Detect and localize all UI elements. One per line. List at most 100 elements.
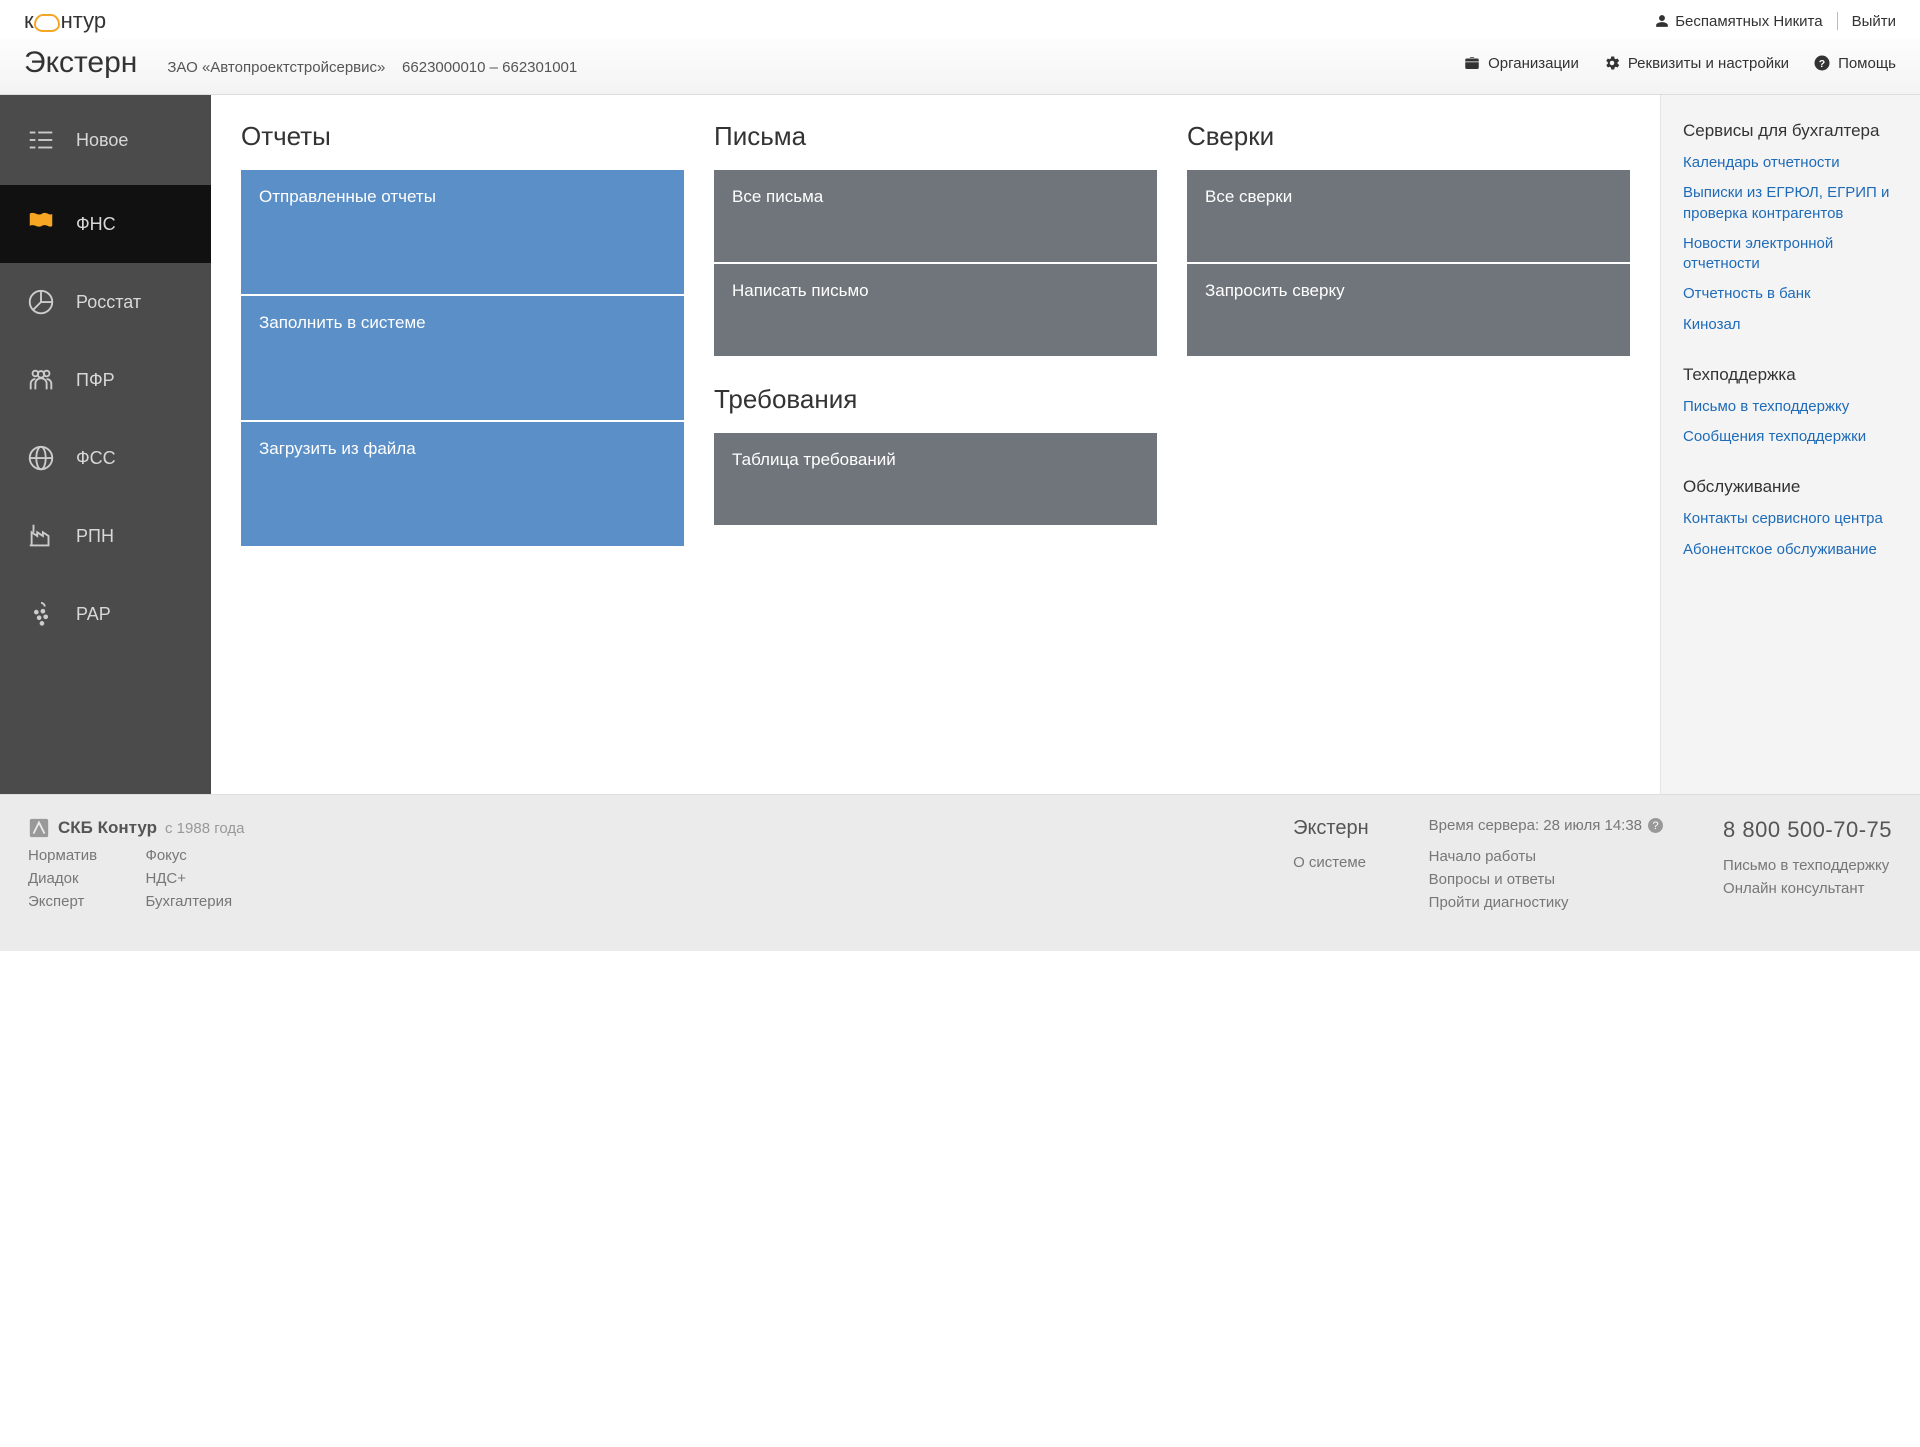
rp-link-calendar[interactable]: Календарь отчетности <box>1683 153 1898 173</box>
help-icon[interactable]: ? <box>1648 818 1663 833</box>
section-title-requirements: Требования <box>714 384 1157 415</box>
sidebar-item-rosstat[interactable]: Росстат <box>0 263 211 341</box>
footer-link-buh[interactable]: Бухгалтерия <box>145 893 244 910</box>
user-icon <box>1655 14 1669 28</box>
server-time: Время сервера: 28 июля 14:38 ? <box>1429 817 1663 834</box>
footer-link-about[interactable]: О системе <box>1293 854 1369 871</box>
gear-icon <box>1603 54 1621 72</box>
tile-fill-in-system[interactable]: Заполнить в системе <box>241 296 684 420</box>
factory-icon <box>26 521 56 551</box>
footer-link-diagnostics[interactable]: Пройти диагностику <box>1429 894 1663 911</box>
svg-text:?: ? <box>1819 58 1825 70</box>
rp-heading-service: Обслуживание <box>1683 477 1898 497</box>
footer-brand: СКБ Контур с 1988 года <box>28 817 244 839</box>
tile-upload-from-file[interactable]: Загрузить из файла <box>241 422 684 546</box>
org-info: ЗАО «Автопроектстройсервис» 6623000010 –… <box>167 59 577 76</box>
rp-link-news[interactable]: Новости электронной отчетности <box>1683 234 1898 275</box>
footer-link-getting-started[interactable]: Начало работы <box>1429 848 1663 865</box>
logo-cloud-icon <box>34 14 60 32</box>
tile-all-reconciliations[interactable]: Все сверки <box>1187 170 1630 262</box>
logo-text: нтур <box>61 8 106 34</box>
column-reconciliations: Сверки Все сверки Запросить сверку <box>1187 117 1630 772</box>
help-icon: ? <box>1813 54 1831 72</box>
settings-label: Реквизиты и настройки <box>1628 55 1789 72</box>
sidebar: Новое ФНС Росстат ПФР ФСС <box>0 95 211 794</box>
sidebar-label: ПФР <box>76 370 115 391</box>
tile-requirements-table[interactable]: Таблица требований <box>714 433 1157 525</box>
footer-contact-col: 8 800 500-70-75 Письмо в техподдержку Он… <box>1723 817 1892 911</box>
sidebar-item-pfr[interactable]: ПФР <box>0 341 211 419</box>
org-codes: 6623000010 – 662301001 <box>402 59 577 76</box>
tile-all-letters[interactable]: Все письма <box>714 170 1157 262</box>
topbar: к нтур Беспамятных Никита Выйти <box>0 0 1920 38</box>
column-letters: Письма Все письма Написать письмо Требов… <box>714 117 1157 772</box>
topbar-right: Беспамятных Никита Выйти <box>1655 12 1896 30</box>
brand-icon <box>28 817 50 839</box>
settings-link[interactable]: Реквизиты и настройки <box>1603 54 1789 72</box>
rp-link-extracts[interactable]: Выписки из ЕГРЮЛ, ЕГРИП и проверка контр… <box>1683 183 1898 224</box>
organizations-link[interactable]: Организации <box>1463 54 1579 72</box>
help-link[interactable]: ? Помощь <box>1813 54 1896 72</box>
sidebar-label: ФСС <box>76 448 116 469</box>
main-content: Отчеты Отправленные отчеты Заполнить в с… <box>211 95 1660 794</box>
footer-link-faq[interactable]: Вопросы и ответы <box>1429 871 1663 888</box>
subheader-right: Организации Реквизиты и настройки ? Помо… <box>1463 54 1896 72</box>
footer-phone: 8 800 500-70-75 <box>1723 817 1892 843</box>
sidebar-item-rpn[interactable]: РПН <box>0 497 211 575</box>
organizations-label: Организации <box>1488 55 1579 72</box>
logout-link[interactable]: Выйти <box>1852 13 1896 30</box>
logo-letter-k: к <box>24 8 34 34</box>
rp-heading-support: Техподдержка <box>1683 365 1898 385</box>
tile-sent-reports[interactable]: Отправленные отчеты <box>241 170 684 294</box>
help-label: Помощь <box>1838 55 1896 72</box>
subheader: Экстерн ЗАО «Автопроектстройсервис» 6623… <box>0 38 1920 95</box>
sidebar-label: Новое <box>76 130 128 151</box>
footer-spacer <box>304 817 1233 911</box>
footer-link-expert[interactable]: Эксперт <box>28 893 109 910</box>
flag-icon <box>26 209 56 239</box>
footer-products-grid: Норматив Фокус Диадок НДС+ Эксперт Бухга… <box>28 847 244 910</box>
user-menu[interactable]: Беспамятных Никита <box>1655 13 1822 30</box>
footer-link-nds[interactable]: НДС+ <box>145 870 244 887</box>
sidebar-label: РАР <box>76 604 111 625</box>
footer-link-support-letter[interactable]: Письмо в техподдержку <box>1723 857 1892 874</box>
footer-link-diadok[interactable]: Диадок <box>28 870 109 887</box>
column-reports: Отчеты Отправленные отчеты Заполнить в с… <box>241 117 684 772</box>
footer-brand-title: СКБ Контур <box>58 818 157 838</box>
sidebar-label: РПН <box>76 526 114 547</box>
rp-heading-services: Сервисы для бухгалтера <box>1683 121 1898 141</box>
sidebar-item-rar[interactable]: РАР <box>0 575 211 653</box>
rp-link-support-letter[interactable]: Письмо в техподдержку <box>1683 397 1898 417</box>
piechart-icon <box>26 287 56 317</box>
globe-icon <box>26 443 56 473</box>
rp-link-support-messages[interactable]: Сообщения техподдержки <box>1683 427 1898 447</box>
footer-product-col: Экстерн О системе <box>1293 817 1369 911</box>
tile-write-letter[interactable]: Написать письмо <box>714 264 1157 356</box>
new-icon <box>26 125 56 155</box>
tile-request-reconciliation[interactable]: Запросить сверку <box>1187 264 1630 356</box>
product-title: Экстерн <box>24 46 137 80</box>
sidebar-item-new[interactable]: Новое <box>0 95 211 185</box>
divider <box>1837 12 1838 30</box>
rp-link-cinema[interactable]: Кинозал <box>1683 315 1898 335</box>
footer: СКБ Контур с 1988 года Норматив Фокус Ди… <box>0 795 1920 951</box>
sidebar-item-fns[interactable]: ФНС <box>0 185 211 263</box>
rp-link-bank-reporting[interactable]: Отчетность в банк <box>1683 284 1898 304</box>
footer-link-normativ[interactable]: Норматив <box>28 847 109 864</box>
footer-link-fokus[interactable]: Фокус <box>145 847 244 864</box>
user-name: Беспамятных Никита <box>1675 13 1822 30</box>
rp-link-subscription[interactable]: Абонентское обслуживание <box>1683 540 1898 560</box>
section-title-reports: Отчеты <box>241 121 684 152</box>
sidebar-label: ФНС <box>76 214 116 235</box>
footer-help-col: Время сервера: 28 июля 14:38 ? Начало ра… <box>1429 817 1663 911</box>
section-title-reconciliations: Сверки <box>1187 121 1630 152</box>
server-time-text: Время сервера: 28 июля 14:38 <box>1429 817 1642 834</box>
sidebar-item-fss[interactable]: ФСС <box>0 419 211 497</box>
logo[interactable]: к нтур <box>24 8 106 34</box>
right-panel: Сервисы для бухгалтера Календарь отчетно… <box>1660 95 1920 794</box>
rp-link-service-contacts[interactable]: Контакты сервисного центра <box>1683 509 1898 529</box>
footer-link-online-consultant[interactable]: Онлайн консультант <box>1723 880 1892 897</box>
footer-product-title: Экстерн <box>1293 817 1369 840</box>
footer-brand-block: СКБ Контур с 1988 года Норматив Фокус Ди… <box>28 817 244 911</box>
layout: Новое ФНС Росстат ПФР ФСС <box>0 95 1920 795</box>
